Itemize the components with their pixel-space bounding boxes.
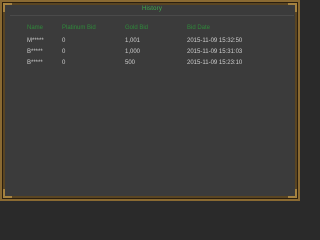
column-header-gold-bid: Gold Bid xyxy=(125,25,149,31)
bid-date-value: 2015-11-09 15:31:03 xyxy=(187,49,243,55)
table-header-row: Name Platinum Bid Gold Bid Bid Date xyxy=(2,25,302,36)
table-row: B***** 0 1,000 2015-11-09 15:31:03 xyxy=(2,49,302,60)
bid-date-value: 2015-11-09 15:32:50 xyxy=(187,38,243,44)
column-header-bid-date: Bid Date xyxy=(187,25,211,31)
platinum-bid-value: 0 xyxy=(62,60,66,66)
table-row: B***** 0 500 2015-11-09 15:23:10 xyxy=(2,60,302,71)
column-header-name: Name xyxy=(27,25,44,31)
frame-corner-ornament xyxy=(3,189,12,198)
gold-bid-value: 1,001 xyxy=(125,38,141,44)
platinum-bid-value: 0 xyxy=(62,49,66,55)
title-divider xyxy=(10,15,294,16)
column-header-platinum-bid: Platinum Bid xyxy=(62,25,96,31)
gold-bid-value: 500 xyxy=(125,60,136,66)
platinum-bid-value: 0 xyxy=(62,38,66,44)
bidder-name: B***** xyxy=(27,49,43,55)
bidder-name: M***** xyxy=(27,38,44,44)
history-panel: History Name Platinum Bid Gold Bid Bid D… xyxy=(0,0,300,201)
gold-bid-value: 1,000 xyxy=(125,49,141,55)
bid-date-value: 2015-11-09 15:23:10 xyxy=(187,60,243,66)
panel-title: History xyxy=(141,6,163,12)
table-row: M***** 0 1,001 2015-11-09 15:32:50 xyxy=(2,38,302,49)
frame-corner-ornament xyxy=(288,189,297,198)
bid-history-table: Name Platinum Bid Gold Bid Bid Date M***… xyxy=(2,25,302,71)
bidder-name: B***** xyxy=(27,60,43,66)
